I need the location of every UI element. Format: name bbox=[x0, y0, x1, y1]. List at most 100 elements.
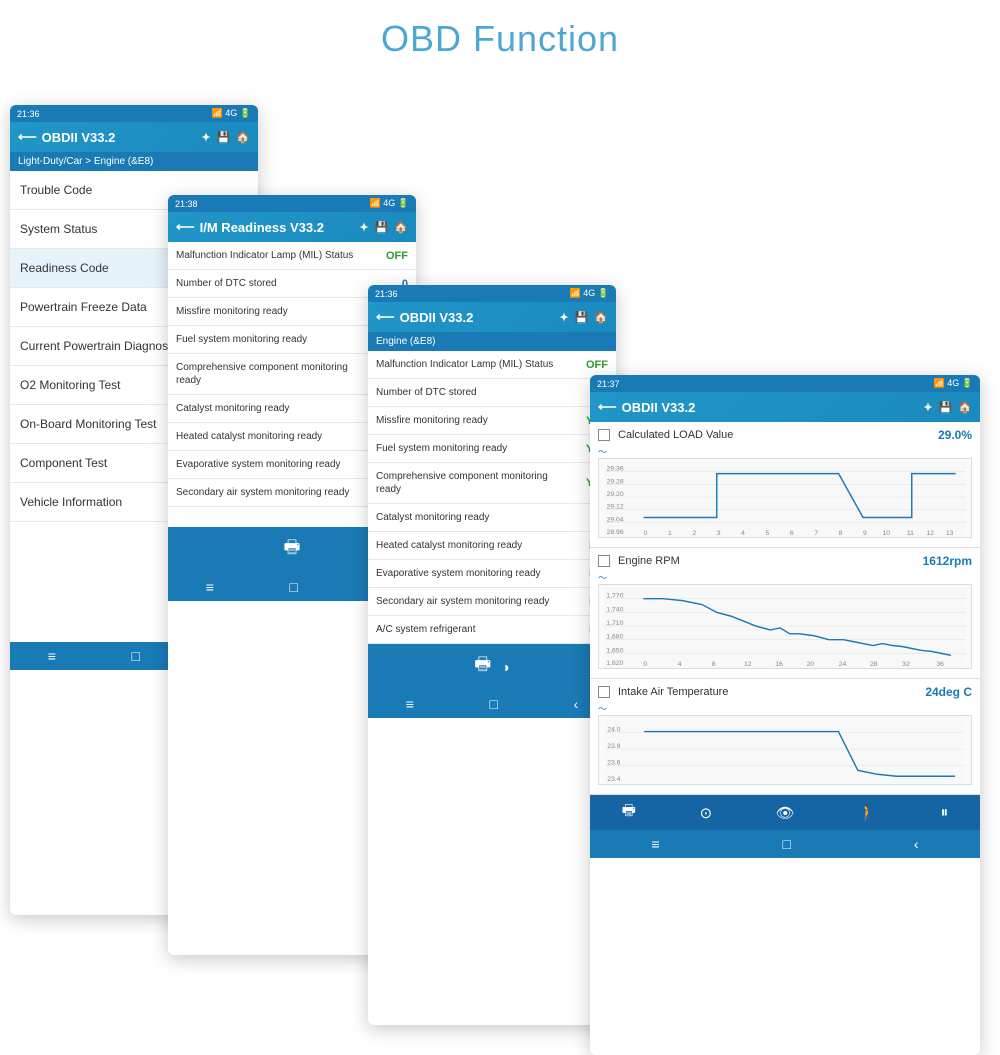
svg-text:16: 16 bbox=[775, 661, 783, 668]
label-dtc-2: Number of DTC stored bbox=[168, 270, 380, 297]
label-evap-2: Evaporative system monitoring ready bbox=[168, 451, 380, 478]
header-icons-2: ✦ 💾 🏠 bbox=[359, 221, 408, 234]
signal-2: 📶 4G 🔋 bbox=[370, 198, 409, 209]
back-nav-3[interactable]: ‹ bbox=[574, 696, 579, 712]
graph-section-rpm: Engine RPM 1612rpm 〜 1,770 1,740 1,710 1… bbox=[590, 548, 980, 679]
bottom-bar-3: ≡ □ ‹ bbox=[368, 690, 616, 718]
svg-text:3: 3 bbox=[717, 530, 721, 537]
pause-btn-4[interactable]: ⏸ bbox=[941, 804, 949, 821]
label-sec-air-3: Secondary air system monitoring ready bbox=[368, 588, 580, 615]
label-comp-2: Comprehensive component monitoring ready bbox=[168, 354, 378, 394]
header-icons-3: ✦ 💾 🏠 bbox=[559, 311, 608, 324]
eye-btn-4[interactable]: 👁 bbox=[776, 804, 795, 822]
back-icon-2[interactable]: ⟵ bbox=[176, 219, 195, 235]
back-nav-4[interactable]: ‹ bbox=[914, 836, 919, 852]
home-icon-2: 🏠 bbox=[394, 221, 408, 234]
graph-label-rpm: Engine RPM bbox=[618, 555, 680, 567]
wave-row-temp: 〜 bbox=[598, 702, 972, 715]
back-icon-4[interactable]: ⟵ bbox=[598, 399, 617, 415]
time-3: 21:36 bbox=[375, 289, 398, 299]
screen-engine-obdii: 21:36 📶 4G 🔋 ⟵ OBDII V33.2 ✦ 💾 🏠 Engine … bbox=[368, 285, 616, 1025]
svg-text:24: 24 bbox=[839, 661, 847, 668]
graph-title-load: Calculated LOAD Value bbox=[598, 429, 733, 441]
row-mil-status-2: Malfunction Indicator Lamp (MIL) Status … bbox=[168, 242, 416, 270]
label-missfire-3: Missfire monitoring ready bbox=[368, 407, 578, 434]
svg-text:1: 1 bbox=[668, 530, 672, 537]
save-icon-3: 💾 bbox=[575, 311, 589, 324]
menu-icon-1[interactable]: ≡ bbox=[48, 648, 56, 664]
menu-icon-4[interactable]: ≡ bbox=[651, 836, 659, 852]
screen-graph: 21:37 📶 4G 🔋 ⟵ OBDII V33.2 ✦ 💾 🏠 Calcula… bbox=[590, 375, 980, 1055]
svg-text:0: 0 bbox=[643, 661, 647, 668]
bottom-bar-4: ≡ □ ‹ bbox=[590, 830, 980, 858]
status-bar-4: 21:37 📶 4G 🔋 bbox=[590, 375, 980, 392]
print-btn-4[interactable]: 🖶 bbox=[622, 800, 636, 825]
record-btn-4[interactable]: ⊙ bbox=[700, 804, 713, 822]
home-icon-4: 🏠 bbox=[958, 401, 972, 414]
header-bar-3: ⟵ OBDII V33.2 ✦ 💾 🏠 bbox=[368, 302, 616, 332]
graph-title-row-temp: Intake Air Temperature 24deg C bbox=[598, 685, 972, 699]
header-title-2: I/M Readiness V33.2 bbox=[200, 220, 324, 235]
graph-title-row-rpm: Engine RPM 1612rpm bbox=[598, 554, 972, 568]
graph-label-temp: Intake Air Temperature bbox=[618, 686, 728, 698]
wave-icon-temp: 〜 bbox=[598, 702, 607, 715]
row-sec-air-3: Secondary air system monitoring ready N/… bbox=[368, 588, 616, 616]
svg-text:1,740: 1,740 bbox=[606, 606, 623, 613]
svg-text:0: 0 bbox=[644, 530, 648, 537]
home-icon-nav-2[interactable]: □ bbox=[290, 579, 298, 595]
home-icon-3: 🏠 bbox=[594, 311, 608, 324]
checkbox-load[interactable] bbox=[598, 429, 610, 441]
svg-text:36: 36 bbox=[936, 661, 944, 668]
svg-rpm: 1,770 1,740 1,710 1,680 1,650 1,620 0 4 … bbox=[598, 584, 972, 669]
menu-icon-2[interactable]: ≡ bbox=[206, 579, 214, 595]
label-catalyst-3: Catalyst monitoring ready bbox=[368, 504, 580, 531]
svg-text:24.0: 24.0 bbox=[607, 727, 620, 734]
time-4: 21:37 bbox=[597, 379, 620, 389]
row-mil-3: Malfunction Indicator Lamp (MIL) Status … bbox=[368, 351, 616, 379]
svg-text:8: 8 bbox=[712, 661, 716, 668]
row-catalyst-3: Catalyst monitoring ready NO bbox=[368, 504, 616, 532]
status-bar-2: 21:38 📶 4G 🔋 bbox=[168, 195, 416, 212]
checkbox-temp[interactable] bbox=[598, 686, 610, 698]
label-ac-3: A/C system refrigerant bbox=[368, 616, 580, 643]
svg-text:29.12: 29.12 bbox=[607, 504, 624, 511]
graph-title-row-load: Calculated LOAD Value 29.0% bbox=[598, 428, 972, 442]
menu-icon-3[interactable]: ≡ bbox=[406, 696, 414, 712]
back-icon-1[interactable]: ⟵ bbox=[18, 129, 37, 145]
header-icons-1: ✦ 💾 🏠 bbox=[201, 131, 250, 144]
save-icon-4: 💾 bbox=[939, 401, 953, 414]
svg-text:23.8: 23.8 bbox=[607, 743, 620, 750]
graph-title-rpm: Engine RPM bbox=[598, 555, 680, 567]
row-dtc-3: Number of DTC stored 0 bbox=[368, 379, 616, 407]
svg-text:4: 4 bbox=[678, 661, 682, 668]
print-icon-2[interactable]: 🖶 bbox=[284, 535, 301, 565]
walk-btn-4[interactable]: 🚶 bbox=[858, 804, 877, 822]
svg-text:1,680: 1,680 bbox=[606, 634, 623, 641]
label-catalyst-2: Catalyst monitoring ready bbox=[168, 395, 380, 422]
print-icon-3[interactable]: 🖶 bbox=[474, 652, 491, 682]
svg-text:29.36: 29.36 bbox=[607, 466, 624, 473]
label-heated-2: Heated catalyst monitoring ready bbox=[168, 423, 380, 450]
svg-text:23.6: 23.6 bbox=[607, 760, 620, 767]
svg-text:6: 6 bbox=[790, 530, 794, 537]
wave-row-load: 〜 bbox=[598, 445, 972, 458]
screens-container: 21:36 📶 4G 🔋 ⟵ OBDII V33.2 ✦ 💾 🏠 Light-D… bbox=[0, 75, 1000, 995]
save-icon: 💾 bbox=[217, 131, 231, 144]
label-heated-3: Heated catalyst monitoring ready bbox=[368, 532, 580, 559]
checkbox-rpm[interactable] bbox=[598, 555, 610, 567]
svg-text:1,710: 1,710 bbox=[606, 620, 623, 627]
label-comp-3: Comprehensive component monitoring ready bbox=[368, 463, 578, 503]
row-evap-3: Evaporative system monitoring ready N/A bbox=[368, 560, 616, 588]
bt-icon: ✦ bbox=[201, 131, 210, 144]
back-icon-3[interactable]: ⟵ bbox=[376, 309, 395, 325]
svg-text:29.20: 29.20 bbox=[607, 491, 624, 498]
row-fuel-3: Fuel system monitoring ready YES bbox=[368, 435, 616, 463]
home-icon-nav-3[interactable]: □ bbox=[490, 696, 498, 712]
header-icons-4: ✦ 💾 🏠 bbox=[923, 401, 972, 414]
row-ac-3: A/C system refrigerant N/A bbox=[368, 616, 616, 644]
home-icon-1[interactable]: □ bbox=[132, 648, 140, 664]
signal-1: 📶 4G 🔋 bbox=[212, 108, 251, 119]
home-icon-nav-4[interactable]: □ bbox=[783, 836, 791, 852]
svg-text:1,770: 1,770 bbox=[606, 593, 623, 600]
label-mil-2: Malfunction Indicator Lamp (MIL) Status bbox=[168, 242, 378, 269]
